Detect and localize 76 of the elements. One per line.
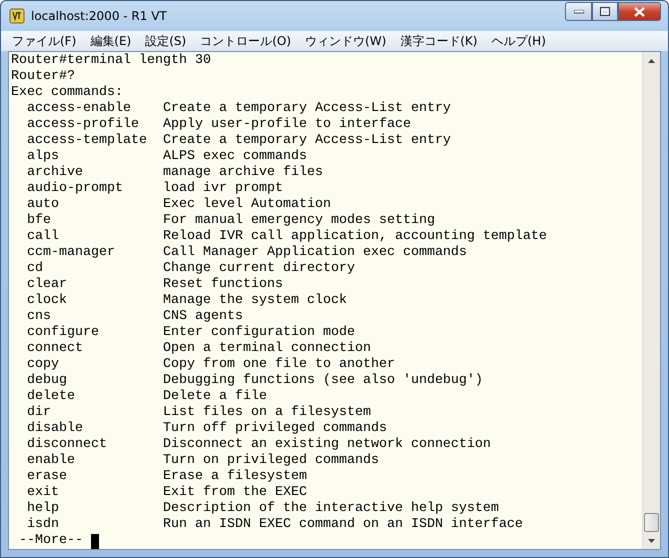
command-description: For manual emergency modes setting [163, 213, 436, 229]
scrollbar[interactable] [642, 52, 660, 549]
command-description: Copy from one file to another [163, 357, 396, 373]
command-description: Open a terminal connection [163, 341, 372, 357]
pager-prompt: --More-- [19, 533, 83, 549]
close-button[interactable] [618, 2, 661, 21]
command-description: Description of the interactive help system [163, 501, 500, 517]
maximize-icon [600, 7, 610, 16]
command-name: auto [27, 197, 60, 213]
command-description: Apply user-profile to interface [163, 117, 412, 133]
command-name: delete [27, 389, 76, 405]
command-name: exit [27, 485, 60, 501]
close-icon [634, 6, 645, 16]
menu-item[interactable]: 設定(S) [138, 32, 194, 50]
terminal-line: Router#terminal length 30 [11, 53, 212, 69]
command-name: alps [27, 149, 60, 165]
minimize-button[interactable] [565, 2, 592, 21]
command-name: isdn [27, 517, 60, 533]
command-name: configure [27, 325, 100, 341]
command-name: dir [27, 405, 52, 421]
command-name: disconnect [27, 437, 108, 453]
command-description: Exec level Automation [163, 197, 332, 213]
terminal-line: Exec commands: [11, 85, 124, 101]
menu-item[interactable]: 編集(E) [83, 32, 138, 50]
menu-item[interactable]: ヘルプ(H) [484, 32, 553, 50]
menu-item[interactable]: ファイル(F) [5, 32, 84, 50]
command-name: cd [27, 261, 44, 277]
command-description: Change current directory [163, 261, 356, 277]
command-name: disable [27, 421, 84, 437]
command-description: Call Manager Application exec commands [163, 245, 468, 261]
command-description: Run an ISDN EXEC command on an ISDN interface [163, 517, 524, 533]
command-name: ccm-manager [27, 245, 116, 261]
command-description: ALPS exec commands [163, 149, 308, 165]
command-description: Delete a file [163, 389, 268, 405]
command-name: copy [27, 357, 60, 373]
command-name: call [27, 229, 60, 245]
command-name: help [27, 501, 60, 517]
menu-item[interactable]: ウィンドウ(W) [298, 32, 394, 50]
command-description: Reset functions [163, 277, 284, 293]
command-description: Manage the system clock [163, 293, 348, 309]
command-name: access-template [27, 133, 148, 149]
command-description: Turn off privileged commands [163, 421, 388, 437]
command-description: CNS agents [163, 309, 244, 325]
window-title: localhost:2000 - R1 VT [31, 9, 168, 23]
command-description: List files on a filesystem [163, 405, 372, 421]
command-name: clear [27, 277, 68, 293]
command-name: connect [27, 341, 84, 357]
command-description: Debugging functions (see also 'undebug') [163, 373, 484, 389]
command-name: cns [27, 309, 52, 325]
menu-item[interactable]: コントロール(O) [193, 32, 298, 50]
command-name: debug [27, 373, 68, 389]
command-name: erase [27, 469, 68, 485]
command-description: Turn on privileged commands [163, 453, 380, 469]
command-name: bfe [27, 213, 52, 229]
command-name: access-profile [27, 117, 140, 133]
command-description: load ivr prompt [163, 181, 284, 197]
command-description: Enter configuration mode [163, 325, 356, 341]
command-description: manage archive files [163, 165, 324, 181]
command-description: Erase a filesystem [163, 469, 308, 485]
command-name: access-enable [27, 101, 132, 117]
text-cursor [91, 534, 99, 548]
scroll-thumb[interactable] [644, 513, 659, 532]
command-name: audio-prompt [27, 181, 124, 197]
command-name: clock [27, 293, 68, 309]
command-description: Disconnect an existing network connection [163, 437, 492, 453]
maximize-button[interactable] [592, 2, 618, 21]
command-name: archive [27, 165, 84, 181]
menu-item[interactable]: 漢字コード(K) [393, 32, 484, 50]
terminal-line: Router#? [11, 69, 76, 85]
command-description: Reload IVR call application, accounting template [163, 229, 548, 245]
command-description: Exit from the EXEC [163, 485, 308, 501]
minimize-icon [574, 10, 584, 14]
command-description: Create a temporary Access-List entry [163, 101, 452, 117]
command-name: enable [27, 453, 76, 469]
app-icon [9, 8, 25, 24]
command-description: Create a temporary Access-List entry [163, 133, 452, 149]
